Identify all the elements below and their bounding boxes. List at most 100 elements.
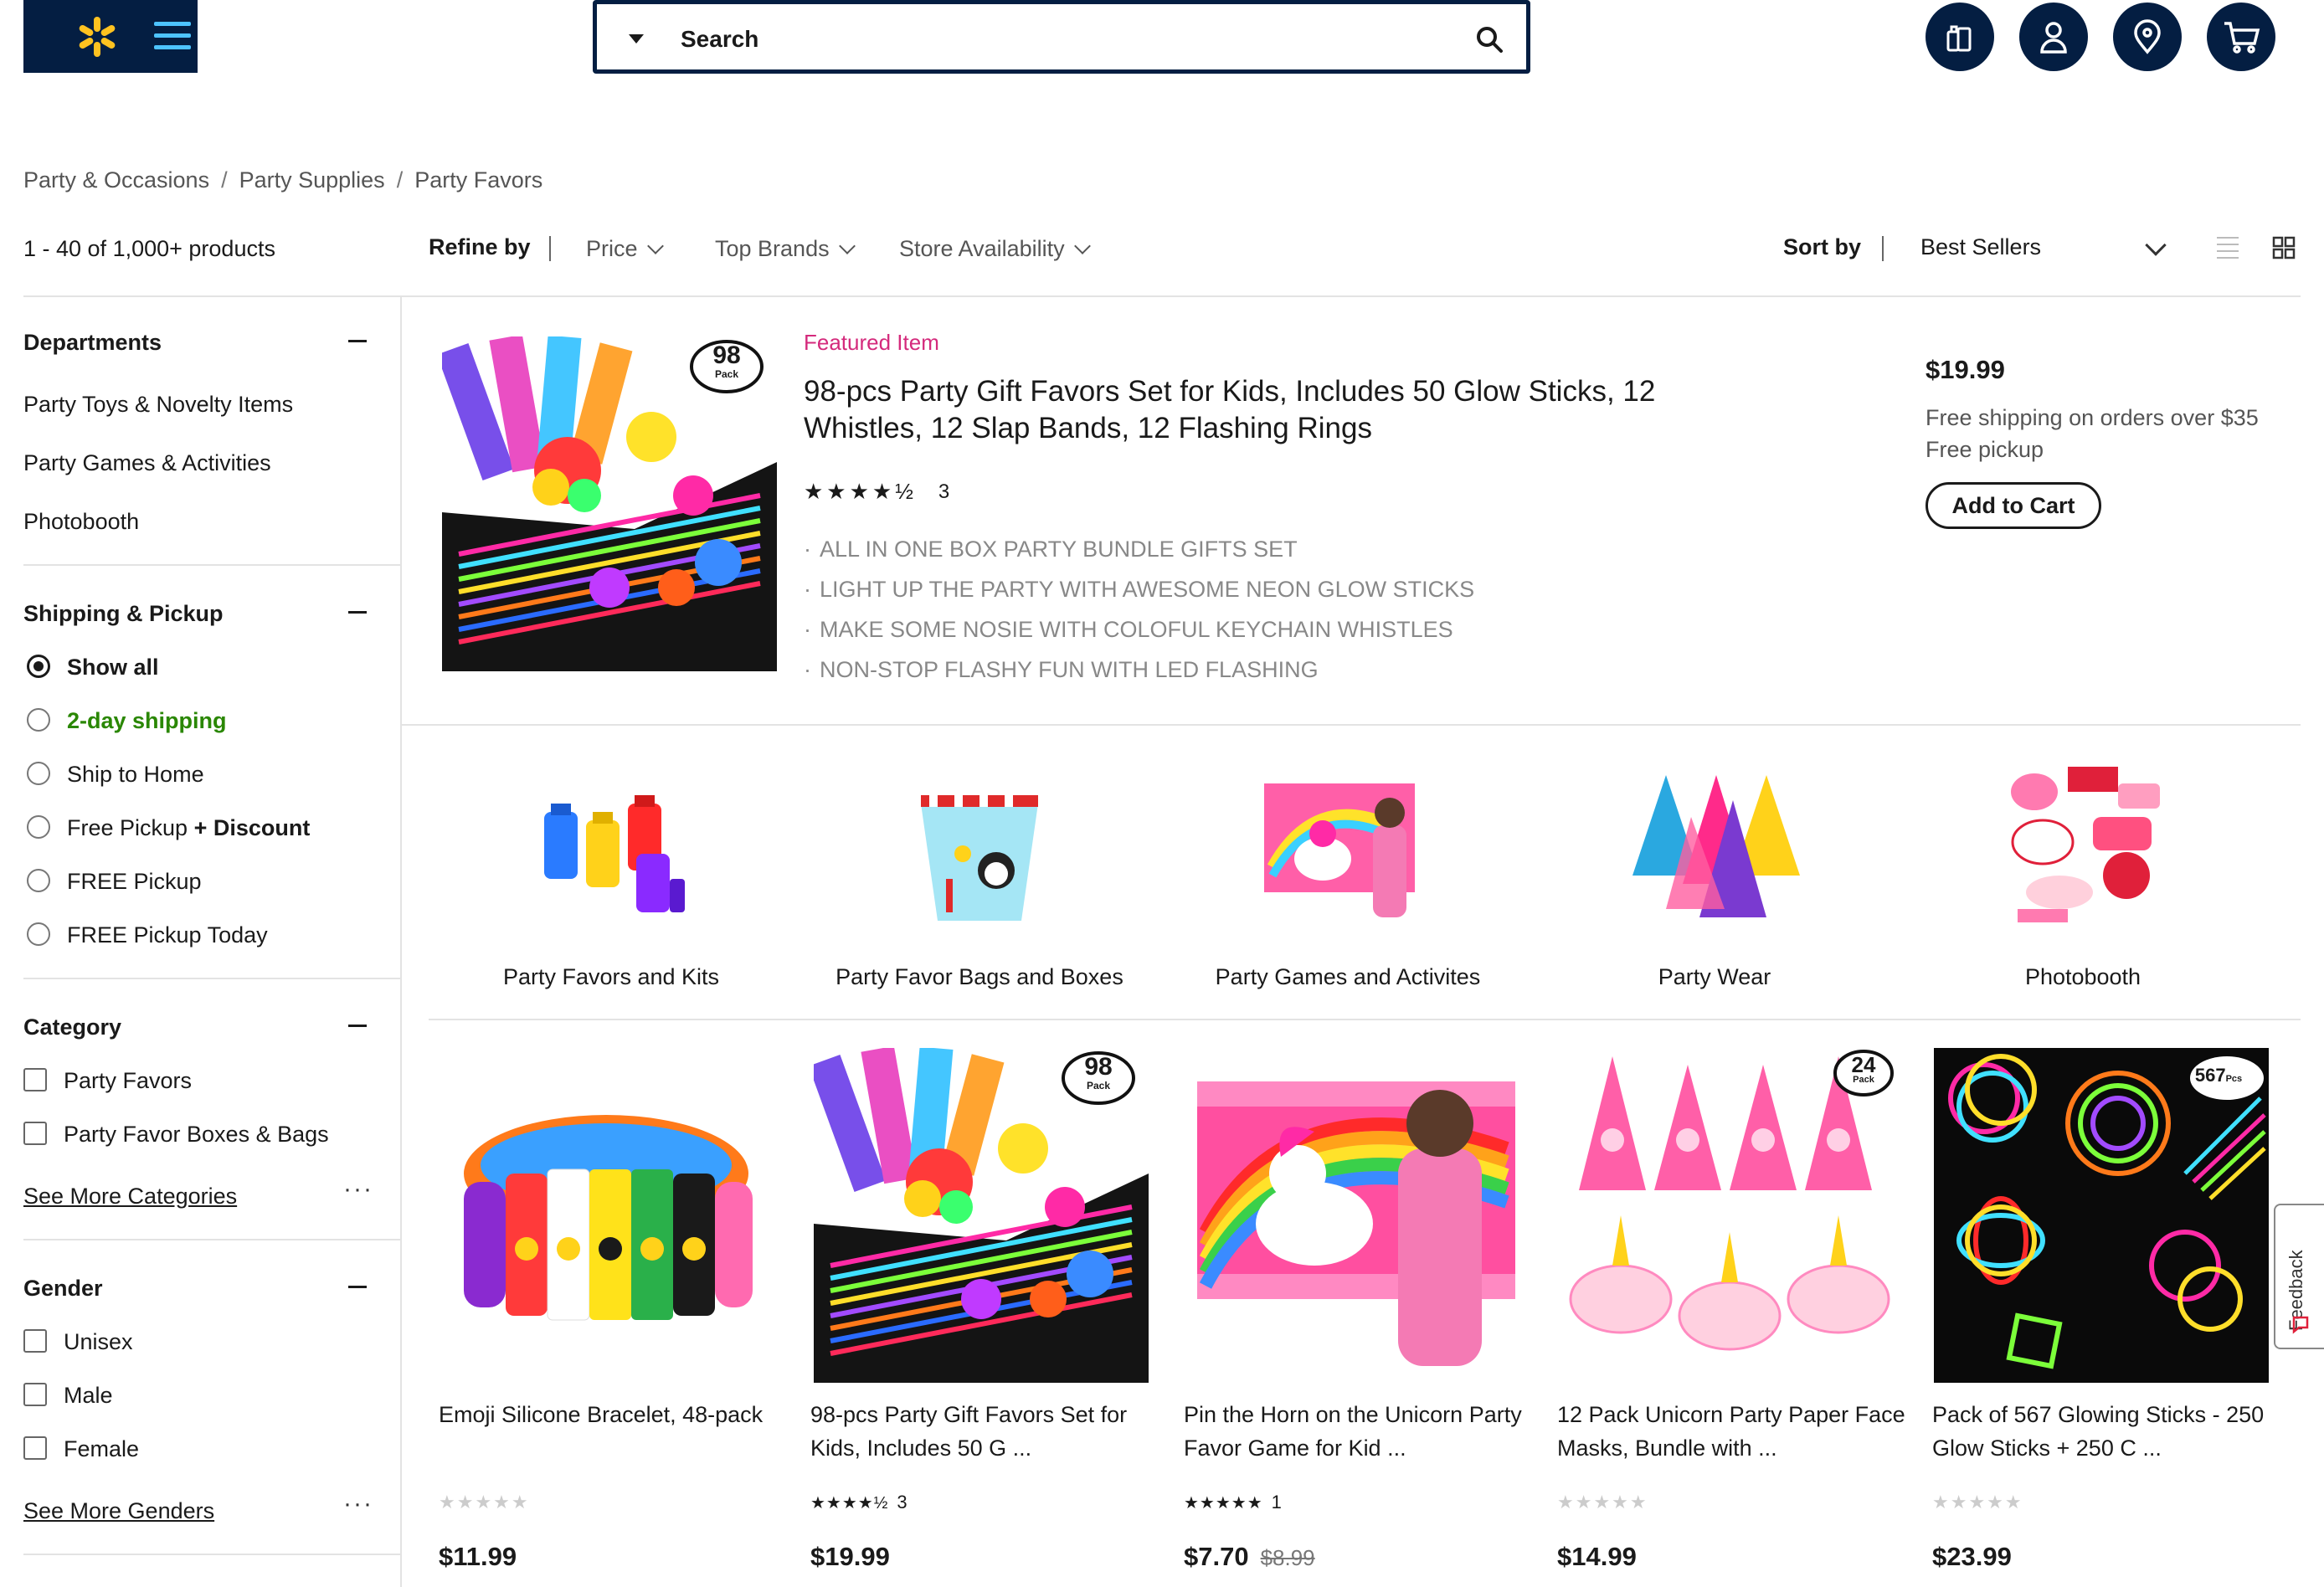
department-party-toys[interactable]: Party Toys & Novelty Items xyxy=(23,392,293,418)
see-more-genders-link[interactable]: See More Genders xyxy=(23,1498,214,1524)
category-tile-image[interactable] xyxy=(2001,758,2168,926)
category-party-favors[interactable]: Party Favors xyxy=(64,1068,192,1094)
product-image[interactable]: 24 Pack xyxy=(1562,1048,1897,1383)
add-to-cart-button[interactable]: Add to Cart xyxy=(1926,482,2101,529)
see-more-categories-link[interactable]: See More Categories xyxy=(23,1184,237,1210)
bullet-item: · NON-STOP FLASHY FUN WITH LED FLASHING xyxy=(804,657,1319,682)
shipping-option-free-pickup-discount[interactable]: Free Pickup + Discount xyxy=(67,815,310,841)
star-rating: ★★★★½ xyxy=(804,479,917,504)
radio-free-pickup-discount[interactable] xyxy=(27,815,50,839)
product-title-line: Favor Game for Kid ... xyxy=(1184,1435,1406,1461)
review-count[interactable]: 1 xyxy=(1272,1492,1282,1513)
store-location-button[interactable] xyxy=(2113,3,2182,71)
product-title[interactable]: 12 Pack Unicorn Party Paper Face Masks, … xyxy=(1557,1398,1917,1465)
category-tile-label[interactable]: Party Favor Bags and Boxes xyxy=(812,964,1147,990)
gender-female[interactable]: Female xyxy=(64,1436,139,1462)
product-title[interactable]: Pack of 567 Glowing Sticks - 250 Glow St… xyxy=(1932,1398,2292,1465)
sort-chevron-down-icon[interactable] xyxy=(2145,234,2167,256)
featured-product-image[interactable]: 98 Pack xyxy=(436,334,777,671)
unicorn-game-image xyxy=(1264,783,1415,917)
divider xyxy=(23,1554,400,1555)
sort-select[interactable]: Best Sellers xyxy=(1920,234,2041,260)
category-tile-label[interactable]: Party Wear xyxy=(1547,964,1882,990)
breadcrumb-separator: / xyxy=(396,167,404,193)
radio-free-pickup[interactable] xyxy=(27,869,50,892)
category-tile-label[interactable]: Party Favors and Kits xyxy=(444,964,779,990)
shipping-text: Free shipping on orders over $35 xyxy=(1926,405,2259,430)
menu-icon[interactable] xyxy=(147,17,198,55)
shipping-option-2-day[interactable]: 2-day shipping xyxy=(67,708,227,734)
gender-unisex[interactable]: Unisex xyxy=(64,1329,133,1355)
shipping-title: Shipping & Pickup xyxy=(23,601,224,626)
search-icon[interactable] xyxy=(1474,24,1504,54)
shipping-option-ship-to-home[interactable]: Ship to Home xyxy=(67,762,204,788)
product-image[interactable] xyxy=(439,1048,774,1383)
search-bar[interactable]: Search xyxy=(593,0,1530,74)
product-image[interactable]: 98 Pack xyxy=(808,1045,1149,1383)
filter-store-availability[interactable]: Store Availability xyxy=(899,236,1091,262)
review-count[interactable]: 3 xyxy=(897,1492,907,1513)
product-image[interactable]: 567Pcs xyxy=(1934,1048,2269,1383)
search-input[interactable]: Search xyxy=(681,26,758,53)
collapse-gender-icon[interactable] xyxy=(348,1286,367,1288)
gender-title: Gender xyxy=(23,1276,103,1301)
category-tile-image[interactable] xyxy=(913,770,1046,929)
department-photobooth[interactable]: Photobooth xyxy=(23,509,139,535)
category-tile-label[interactable]: Photobooth xyxy=(1915,964,2250,990)
category-tile-image[interactable] xyxy=(527,770,695,929)
checkbox-female[interactable] xyxy=(23,1436,47,1460)
sidebar-divider xyxy=(400,297,402,1587)
breadcrumb-item[interactable]: Party Favors xyxy=(414,167,542,193)
category-tile-image[interactable] xyxy=(1624,767,1808,926)
more-icon[interactable]: ··· xyxy=(343,1175,373,1204)
list-view-icon[interactable] xyxy=(2215,234,2240,259)
product-title[interactable]: Emoji Silicone Bracelet, 48-pack xyxy=(439,1398,799,1431)
walmart-spark-icon[interactable] xyxy=(70,15,124,59)
photobooth-props-image xyxy=(2011,767,2160,922)
radio-ship-to-home[interactable] xyxy=(27,762,50,785)
account-button[interactable] xyxy=(2019,3,2088,71)
product-image[interactable] xyxy=(1189,1048,1524,1383)
gender-male[interactable]: Male xyxy=(64,1383,113,1409)
filter-price[interactable]: Price xyxy=(586,236,664,262)
filter-top-brands[interactable]: Top Brands xyxy=(715,236,856,262)
feedback-tab[interactable]: Feedback xyxy=(2274,1204,2324,1349)
account-icon xyxy=(2040,22,2067,54)
search-department-dropdown[interactable] xyxy=(629,34,644,44)
radio-show-all[interactable] xyxy=(27,655,50,678)
review-count[interactable]: 3 xyxy=(938,480,949,504)
collapse-departments-icon[interactable] xyxy=(348,340,367,342)
shipping-option-free-pickup[interactable]: FREE Pickup xyxy=(67,869,202,895)
product-title[interactable]: Pin the Horn on the Unicorn Party Favor … xyxy=(1184,1398,1544,1465)
radio-2-day[interactable] xyxy=(27,708,50,732)
filter-store-availability-label: Store Availability xyxy=(899,236,1065,261)
product-title-line: Emoji Silicone Bracelet, 48-pack xyxy=(439,1402,764,1427)
shipping-option-free-pickup-today[interactable]: FREE Pickup Today xyxy=(67,922,268,948)
grid-view-icon[interactable] xyxy=(2272,236,2296,259)
divider xyxy=(429,1019,2301,1020)
cart-button[interactable] xyxy=(2207,3,2275,71)
category-party-favor-boxes[interactable]: Party Favor Boxes & Bags xyxy=(64,1122,329,1148)
collapse-category-icon[interactable] xyxy=(348,1025,367,1027)
checkbox-male[interactable] xyxy=(23,1383,47,1406)
more-icon[interactable]: ··· xyxy=(343,1490,373,1518)
department-party-games[interactable]: Party Games & Activities xyxy=(23,450,271,476)
category-tile-label[interactable]: Party Games and Activites xyxy=(1180,964,1515,990)
product-title[interactable]: 98-pcs Party Gift Favors Set for Kids, I… xyxy=(810,1398,1170,1465)
breadcrumb-item[interactable]: Party Supplies xyxy=(239,167,385,193)
reorder-button[interactable] xyxy=(1926,3,1994,71)
collapse-shipping-icon[interactable] xyxy=(348,611,367,614)
checkbox-unisex[interactable] xyxy=(23,1329,47,1353)
category-tile-image[interactable] xyxy=(1264,775,1423,926)
shipping-option-show-all[interactable]: Show all xyxy=(67,655,159,681)
star-rating-empty: ★★★★★ xyxy=(1557,1492,1648,1513)
checkbox-party-favor-boxes[interactable] xyxy=(23,1122,47,1145)
checkbox-party-favors[interactable] xyxy=(23,1068,47,1091)
breadcrumb-item[interactable]: Party & Occasions xyxy=(23,167,209,193)
product-title-line: 98-pcs Party Gift Favors Set for xyxy=(810,1402,1128,1427)
radio-free-pickup-today[interactable] xyxy=(27,922,50,946)
product-rating: ★★★★★ xyxy=(1557,1492,1648,1513)
product-title-line: 12 Pack Unicorn Party Paper Face xyxy=(1557,1402,1905,1427)
divider xyxy=(23,978,400,979)
featured-product-title[interactable]: 98-pcs Party Gift Favors Set for Kids, I… xyxy=(804,373,1691,447)
